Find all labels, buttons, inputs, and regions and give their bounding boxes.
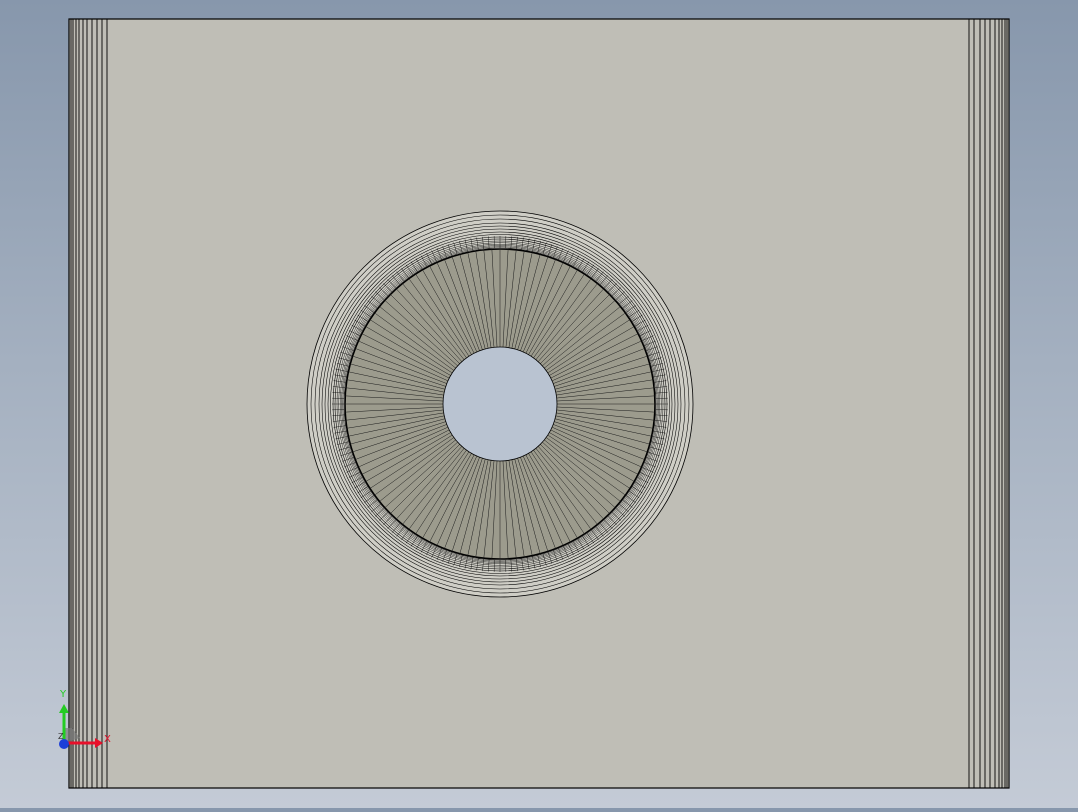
triad-x-label: X <box>104 735 111 745</box>
triad-y-label: Y <box>60 690 66 700</box>
triad-z-label: Z <box>58 732 63 742</box>
model-view[interactable] <box>0 0 1078 808</box>
countersunk-hole[interactable] <box>307 211 693 597</box>
triad-y-arrow <box>59 704 69 713</box>
graphics-viewport[interactable]: Y X Z <box>0 0 1078 808</box>
through-hole[interactable] <box>443 347 557 461</box>
